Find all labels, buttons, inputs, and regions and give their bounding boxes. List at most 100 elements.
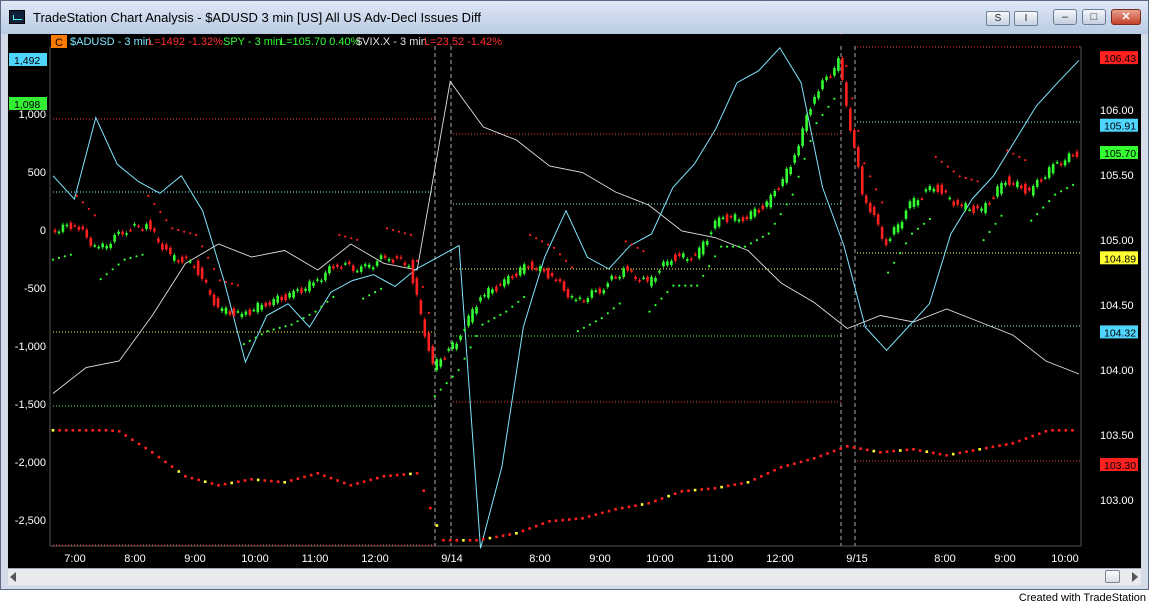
sar-dot: [457, 369, 460, 372]
spy-candle: [586, 298, 590, 303]
spy-candle: [1020, 185, 1023, 189]
spy-candle: [109, 243, 112, 248]
spy-candle: [391, 259, 395, 263]
spy-candle: [570, 295, 574, 298]
sar-dot: [272, 328, 275, 331]
spy-candle: [526, 266, 530, 269]
sar-dot: [696, 284, 699, 287]
spy-candle: [85, 229, 89, 238]
spy-candle: [93, 245, 97, 247]
spy-candle: [932, 188, 936, 192]
sar-dot: [833, 97, 836, 100]
spy-candle: [693, 254, 697, 256]
minimize-button[interactable]: ‒: [1053, 9, 1077, 25]
chart-svg[interactable]: C $ADUSD - 3 min L=1492 -1.32% SPY - 3 m…: [8, 32, 1141, 568]
bottom-dot: [303, 475, 306, 479]
chart-legend[interactable]: C $ADUSD - 3 min L=1492 -1.32% SPY - 3 m…: [51, 35, 502, 49]
title-bar[interactable]: TradeStation Chart Analysis - $ADUSD 3 m…: [1, 1, 1148, 34]
sar-dot: [576, 330, 580, 333]
sar-dot: [314, 310, 317, 313]
sar-dot: [731, 245, 735, 248]
bottom-dot: [508, 533, 511, 536]
spy-candle: [97, 246, 101, 249]
spy-candle: [630, 270, 633, 272]
spy-candle: [431, 346, 435, 364]
spy-candle: [817, 91, 820, 99]
sar-dot: [630, 243, 633, 246]
close-button[interactable]: ✕: [1111, 9, 1141, 25]
bottom-dot: [515, 532, 518, 535]
sar-dot: [427, 311, 430, 314]
bottom-dot: [409, 472, 412, 476]
bottom-dot: [541, 522, 545, 525]
scroll-right-icon[interactable]: [1132, 572, 1138, 582]
sar-dot: [511, 305, 514, 308]
horizontal-scrollbar[interactable]: [8, 568, 1141, 585]
bottom-dot: [912, 448, 915, 451]
bottom-dot: [793, 462, 796, 465]
spy-candle: [407, 265, 411, 268]
sar-dot: [869, 175, 872, 178]
bottom-dot: [111, 429, 114, 432]
spy-candle: [685, 259, 689, 261]
sar-dot: [403, 232, 406, 235]
window-title: TradeStation Chart Analysis - $ADUSD 3 m…: [33, 10, 481, 25]
restore-button[interactable]: □: [1082, 9, 1106, 25]
scroll-thumb[interactable]: [1105, 570, 1120, 583]
symbol-link-button[interactable]: S: [986, 11, 1010, 26]
spy-candle: [212, 294, 216, 306]
sar-dot: [236, 284, 239, 287]
spy-candle: [399, 257, 403, 259]
spy-candle: [964, 203, 967, 210]
restore-icon: □: [1090, 11, 1098, 23]
spy-candle: [451, 342, 454, 349]
sar-dot: [928, 217, 932, 221]
interval-link-button[interactable]: I: [1014, 11, 1038, 26]
bottom-dot: [621, 506, 624, 510]
spy-candle: [554, 279, 558, 281]
spy-candle: [936, 184, 940, 193]
legend-adusd-name: $ADUSD - 3 min: [70, 36, 151, 48]
time-label: 11:00: [707, 553, 734, 565]
sar-dot: [344, 235, 347, 238]
spy-candle: [467, 315, 470, 326]
sar-dot: [421, 285, 424, 288]
spy-candle: [880, 227, 884, 239]
spy-candle: [582, 300, 586, 303]
spy-candle: [980, 208, 983, 211]
sar-dot: [588, 323, 592, 326]
chart-area[interactable]: C $ADUSD - 3 min L=1492 -1.32% SPY - 3 m…: [8, 32, 1141, 568]
bottom-dot: [985, 446, 988, 450]
left-tick: -1,500: [15, 399, 46, 411]
spy-candle: [204, 279, 208, 283]
bottom-dot: [740, 482, 743, 485]
spy-candle: [558, 279, 562, 282]
spy-candle: [73, 225, 77, 227]
bottom-dot: [243, 479, 247, 482]
bottom-dot: [389, 474, 392, 477]
bottom-dot: [925, 450, 929, 453]
sar-dot: [51, 258, 55, 261]
spy-candle: [113, 234, 116, 242]
spy-candle: [654, 277, 657, 282]
bottom-dot: [488, 536, 492, 540]
sar-dot: [266, 330, 269, 333]
spy-candle: [674, 254, 677, 261]
scroll-left-icon[interactable]: [10, 572, 16, 582]
spy-candle: [316, 279, 319, 281]
sar-dot: [290, 323, 293, 326]
spy-candle: [256, 302, 260, 313]
spy-candle: [284, 294, 287, 301]
sar-dot: [791, 193, 794, 196]
spy-candle: [940, 184, 944, 194]
sar-dot: [1000, 214, 1003, 217]
sar-dot: [368, 294, 371, 297]
spy-candle: [912, 198, 916, 208]
spy-candle: [224, 307, 228, 314]
spy-candle: [849, 108, 852, 131]
sar-dot: [105, 273, 108, 276]
sar-dot: [1054, 193, 1057, 196]
spy-candle: [876, 214, 880, 225]
spy-candle: [789, 166, 792, 175]
bottom-dot: [429, 506, 432, 510]
